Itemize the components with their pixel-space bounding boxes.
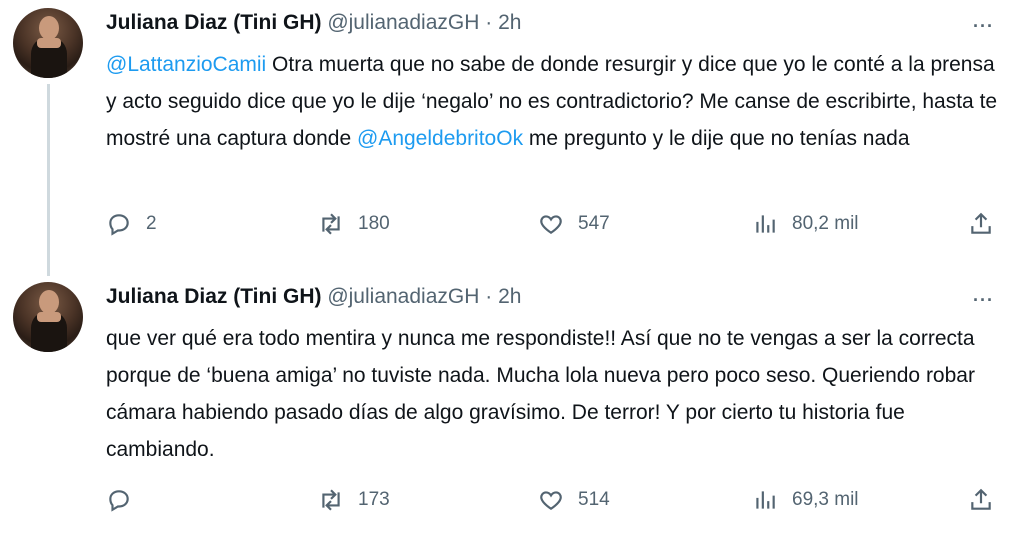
tweet[interactable]: Juliana Diaz (Tini GH) @julianadiazGH · …: [0, 272, 1024, 535]
views-icon: [756, 491, 775, 509]
tweet-header: Juliana Diaz (Tini GH) @julianadiazGH · …: [106, 10, 521, 36]
tweet-actions: 173 514 69,3 mil: [106, 484, 1002, 516]
tweet-text: @LattanzioCamii Otra muerta que no sabe …: [106, 46, 1006, 157]
tweet-header: Juliana Diaz (Tini GH) @julianadiazGH · …: [106, 284, 521, 310]
like-button[interactable]: 547: [538, 208, 610, 240]
more-icon[interactable]: ···: [973, 290, 994, 311]
reply-button[interactable]: [106, 484, 146, 516]
timestamp[interactable]: 2h: [498, 285, 521, 308]
avatar[interactable]: [13, 282, 83, 352]
like-count: 547: [578, 213, 610, 234]
timestamp[interactable]: 2h: [498, 11, 521, 34]
reply-icon: [109, 214, 129, 236]
author-name[interactable]: Juliana Diaz (Tini GH): [106, 285, 321, 308]
reply-button[interactable]: 2: [106, 208, 157, 240]
tweet-actions: 2 180 547 80,2 mil: [106, 208, 1002, 240]
mention-link[interactable]: @AngeldebritoOk: [357, 127, 523, 150]
retweet-count: 173: [358, 489, 390, 510]
views-count: 80,2 mil: [792, 213, 859, 234]
share-icon: [971, 488, 991, 510]
tweet-text-part: me pregunto y le dije que no tenías nada: [523, 127, 910, 150]
views-button[interactable]: 69,3 mil: [752, 484, 859, 516]
author-handle[interactable]: @julianadiazGH: [327, 285, 479, 308]
separator: ·: [485, 11, 493, 34]
reply-count: 2: [146, 213, 157, 234]
like-icon: [540, 215, 562, 234]
more-icon[interactable]: ···: [973, 16, 994, 37]
mention-link[interactable]: @LattanzioCamii: [106, 53, 266, 76]
views-count: 69,3 mil: [792, 489, 859, 510]
share-button[interactable]: [968, 208, 994, 240]
views-button[interactable]: 80,2 mil: [752, 208, 859, 240]
separator: ·: [485, 285, 493, 308]
tweet[interactable]: Juliana Diaz (Tini GH) @julianadiazGH · …: [0, 0, 1024, 270]
like-button[interactable]: 514: [538, 484, 610, 516]
retweet-button[interactable]: 173: [318, 484, 390, 516]
share-button[interactable]: [968, 484, 994, 516]
retweet-button[interactable]: 180: [318, 208, 390, 240]
retweet-count: 180: [358, 213, 390, 234]
tweet-text: que ver qué era todo mentira y nunca me …: [106, 327, 975, 461]
retweet-icon: [322, 489, 340, 511]
views-icon: [756, 215, 775, 233]
author-handle[interactable]: @julianadiazGH: [327, 11, 479, 34]
share-icon: [971, 212, 991, 234]
like-icon: [540, 491, 562, 510]
retweet-icon: [322, 213, 340, 235]
author-name[interactable]: Juliana Diaz (Tini GH): [106, 11, 321, 34]
like-count: 514: [578, 489, 610, 510]
avatar[interactable]: [13, 8, 83, 78]
reply-icon: [109, 490, 129, 512]
